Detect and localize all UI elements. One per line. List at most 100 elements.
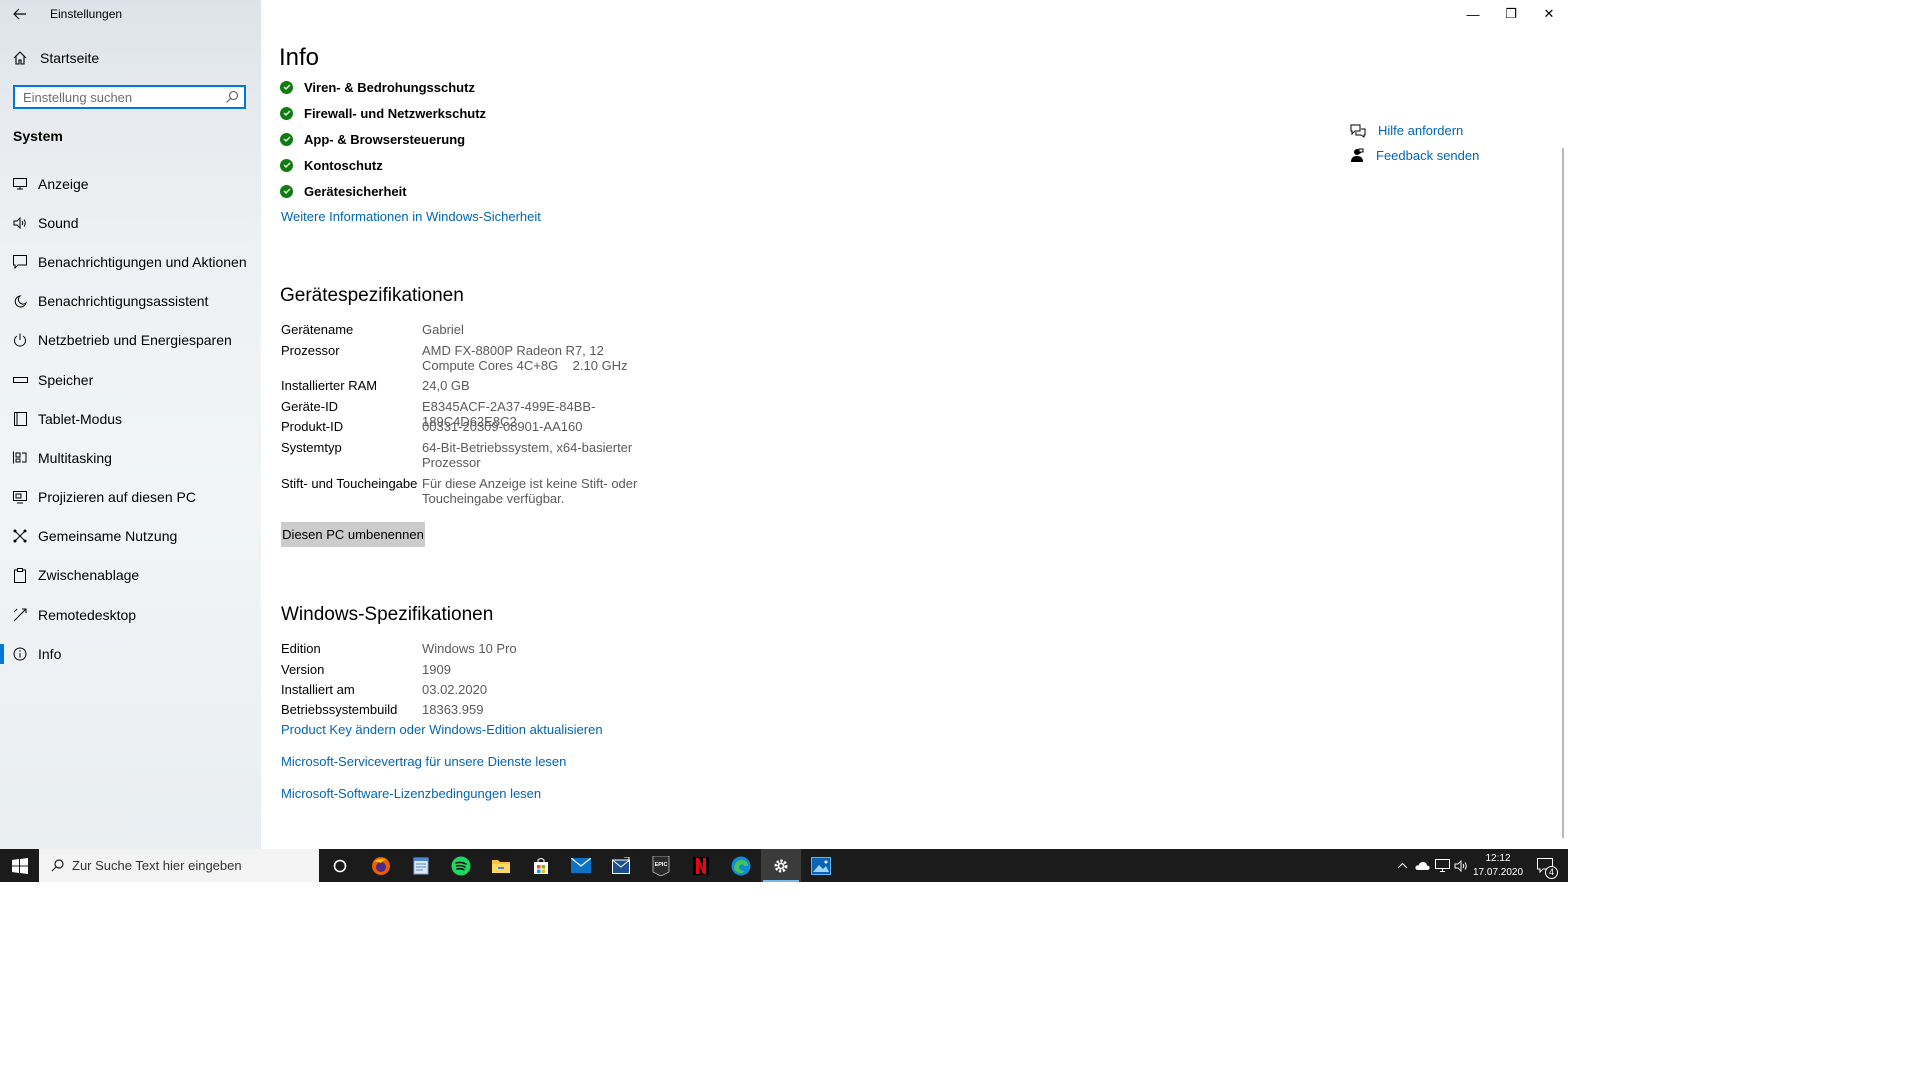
sidebar-item-label: Anzeige: [38, 175, 89, 192]
sidebar-item-benachrichtigungen[interactable]: Benachrichtigungen und Aktionen: [0, 242, 261, 281]
search-icon[interactable]: [225, 90, 239, 104]
tablet-icon: [12, 411, 28, 427]
help-icon: [1350, 124, 1366, 138]
sidebar-item-zwischenablage[interactable]: Zwischenablage: [0, 556, 261, 595]
feedback-link-label[interactable]: Feedback senden: [1376, 148, 1479, 163]
spec-value: 64-Bit-Betriebssystem, x64-basierter Pro…: [422, 440, 633, 470]
photos-icon[interactable]: [801, 849, 841, 882]
spec-value: 00331-20309-08901-AA160: [422, 419, 583, 434]
project-icon: [12, 489, 28, 505]
start-button[interactable]: [0, 849, 39, 882]
product-key-link[interactable]: Product Key ändern oder Windows-Edition …: [281, 722, 603, 737]
firefox-icon[interactable]: [361, 849, 401, 882]
sidebar-item-multitasking[interactable]: Multitasking: [0, 438, 261, 477]
onedrive-icon[interactable]: [1413, 849, 1431, 882]
sidebar-item-gemeinsame-nutzung[interactable]: Gemeinsame Nutzung: [0, 517, 261, 556]
spec-key: Betriebssystembuild: [281, 702, 398, 717]
spec-key: Produkt-ID: [281, 419, 344, 434]
security-item-label: App- & Browsersteuerung: [304, 131, 466, 147]
home-nav-item[interactable]: Startseite: [12, 50, 99, 66]
file-explorer-icon[interactable]: [481, 849, 521, 882]
sidebar-item-projizieren[interactable]: Projizieren auf diesen PC: [0, 478, 261, 517]
sidebar-item-tablet-modus[interactable]: Tablet-Modus: [0, 399, 261, 438]
device-specs-heading: Gerätespezifikationen: [280, 285, 464, 306]
spec-key: Prozessor: [281, 343, 340, 358]
settings-search-input[interactable]: [15, 87, 228, 107]
security-item: App- & Browsersteuerung: [280, 126, 486, 152]
spotify-icon[interactable]: [441, 849, 481, 882]
spec-key: Gerätename: [281, 322, 354, 337]
sidebar-item-info[interactable]: Info: [0, 634, 261, 673]
sidebar-item-label: Speicher: [38, 371, 94, 388]
windows-logo-icon: [11, 857, 28, 874]
sidebar: Einstellungen Startseite System Anzeige …: [0, 0, 261, 849]
volume-icon[interactable]: [1452, 849, 1470, 882]
speaker-icon: [12, 215, 28, 231]
moon-icon: [12, 293, 28, 309]
sidebar-item-benachrichtigungsassistent[interactable]: Benachrichtigungsassistent: [0, 282, 261, 321]
sidebar-item-remotedesktop[interactable]: Remotedesktop: [0, 595, 261, 634]
check-icon: [280, 158, 293, 172]
notepad-icon[interactable]: [401, 849, 441, 882]
check-icon: [280, 80, 293, 94]
security-item-label: Gerätesicherheit: [304, 183, 407, 199]
spec-value: 1909: [422, 662, 451, 677]
taskbar-search[interactable]: Zur Suche Text hier eingeben: [39, 849, 319, 882]
help-link-label[interactable]: Hilfe anfordern: [1378, 123, 1463, 138]
feedback-link[interactable]: Feedback senden: [1350, 143, 1479, 168]
sidebar-item-label: Projizieren auf diesen PC: [38, 489, 196, 506]
mail2-icon[interactable]: [601, 849, 641, 882]
check-icon: [280, 106, 293, 120]
settings-search-box[interactable]: [13, 85, 246, 109]
taskbar-clock[interactable]: 12:12 17.07.2020: [1473, 852, 1523, 880]
sidebar-item-label: Info: [38, 645, 62, 662]
spec-key: Systemtyp: [281, 440, 342, 455]
help-link[interactable]: Hilfe anfordern: [1350, 118, 1479, 143]
home-icon: [13, 51, 27, 65]
edge-icon[interactable]: [721, 849, 761, 882]
rename-pc-button[interactable]: Diesen PC umbenennen: [281, 522, 425, 547]
epic-games-icon[interactable]: EPIC: [641, 849, 681, 882]
sidebar-item-label: Sound: [38, 214, 79, 231]
scrollbar[interactable]: [1562, 148, 1564, 838]
mail-icon[interactable]: [561, 849, 601, 882]
spec-key: Installiert am: [281, 682, 355, 697]
notification-count-badge: 4: [1545, 866, 1558, 879]
netflix-icon[interactable]: [681, 849, 721, 882]
sidebar-item-label: Multitasking: [38, 449, 112, 466]
search-icon: [51, 859, 64, 872]
sidebar-item-label: Benachrichtigungen und Aktionen: [38, 253, 247, 270]
sidebar-item-label: Remotedesktop: [38, 606, 137, 623]
cortana-icon[interactable]: [320, 849, 360, 882]
taskbar: Zur Suche Text hier eingeben EPIC 12:12 …: [0, 849, 1568, 882]
check-icon: [280, 184, 293, 198]
network-icon[interactable]: [1433, 849, 1451, 882]
spec-value: 03.02.2020: [422, 682, 488, 697]
action-center-button[interactable]: 4: [1531, 849, 1559, 882]
spec-value: AMD FX-8800P Radeon R7, 12 Compute Cores…: [422, 343, 628, 373]
home-label: Startseite: [40, 50, 100, 66]
section-label-system: System: [13, 128, 63, 144]
license-terms-link[interactable]: Microsoft-Software-Lizenzbedingungen les…: [281, 786, 541, 801]
back-arrow-icon: [13, 8, 26, 20]
service-agreement-link[interactable]: Microsoft-Servicevertrag für unsere Dien…: [281, 754, 566, 769]
sidebar-item-sound[interactable]: Sound: [0, 203, 261, 242]
notification-icon: [12, 254, 28, 270]
sidebar-item-netzbetrieb[interactable]: Netzbetrieb und Energiesparen: [0, 321, 261, 360]
store-icon[interactable]: [521, 849, 561, 882]
settings-icon[interactable]: [761, 849, 801, 882]
show-hidden-icons-button[interactable]: [1393, 849, 1411, 882]
windows-specs-heading: Windows-Spezifikationen: [281, 604, 494, 625]
sidebar-item-label: Zwischenablage: [38, 567, 140, 584]
spec-key: Edition: [281, 641, 321, 656]
main-content: Info Viren- & Bedrohungsschutz Firewall-…: [262, 0, 1564, 849]
sidebar-item-label: Netzbetrieb und Energiesparen: [38, 332, 232, 349]
sidebar-item-anzeige[interactable]: Anzeige: [0, 164, 261, 203]
windows-security-link[interactable]: Weitere Informationen in Windows-Sicherh…: [281, 209, 541, 224]
back-button[interactable]: [10, 4, 30, 24]
spec-key: Stift- und Toucheingabe: [281, 476, 418, 491]
check-icon: [280, 132, 293, 146]
multitasking-icon: [12, 450, 28, 466]
sidebar-item-label: Tablet-Modus: [38, 410, 123, 427]
sidebar-item-speicher[interactable]: Speicher: [0, 360, 261, 399]
